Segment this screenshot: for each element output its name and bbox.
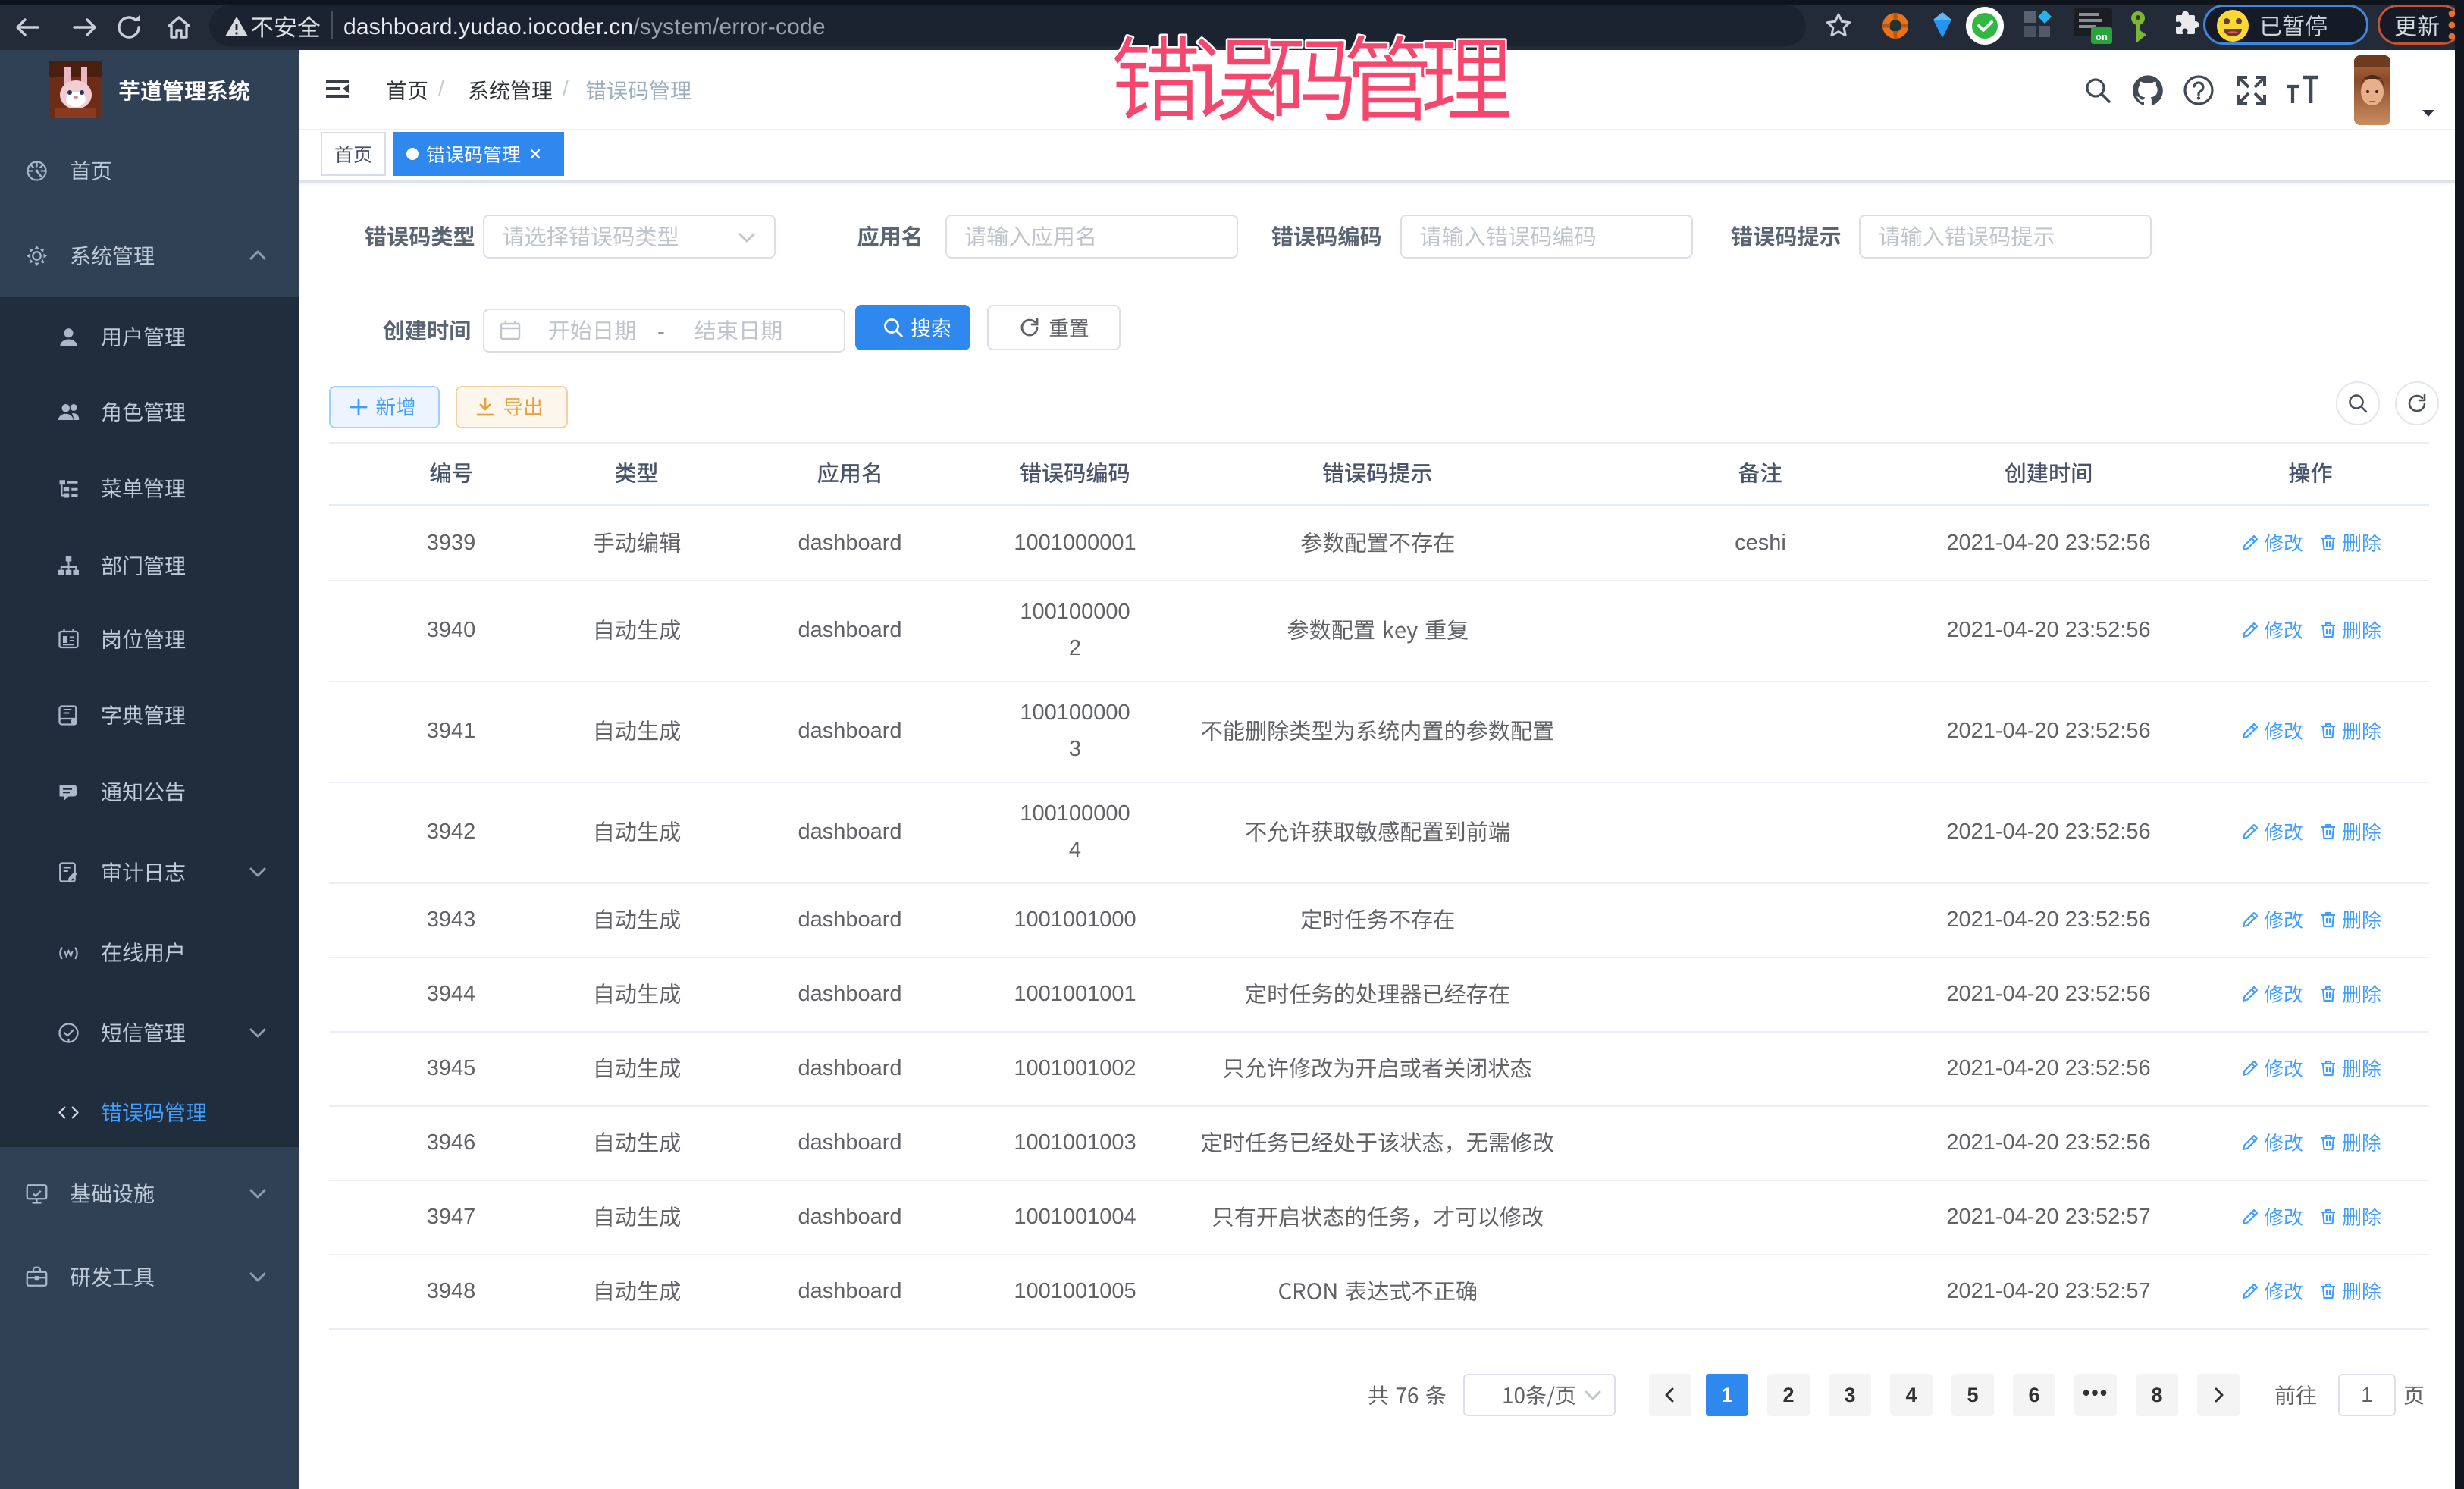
svg-text:on: on bbox=[2096, 31, 2108, 42]
